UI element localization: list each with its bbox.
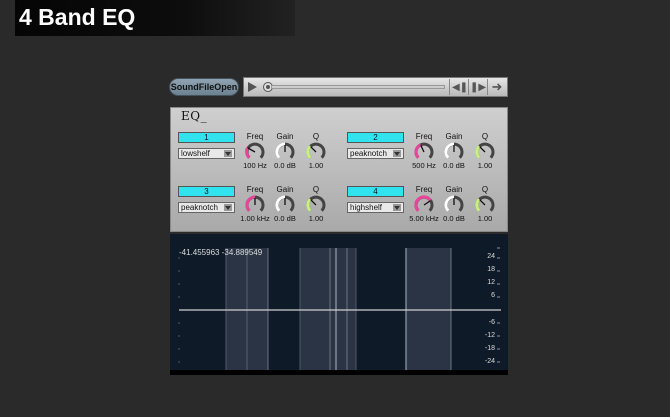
band-3-freq-label: Freq — [246, 185, 264, 194]
y-axis-label: -6 — [488, 319, 495, 326]
band-1-label: 1 — [178, 132, 235, 143]
band-1-gain-knob[interactable] — [274, 141, 296, 163]
band-1-type-value: lowshelf — [181, 149, 210, 158]
eq-panel: EQ_ 1 lowshelf Freq Gain Q 100 Hz 0.0 dB… — [170, 107, 508, 232]
band-3-gain-knob[interactable] — [274, 194, 296, 216]
transport-divider — [468, 79, 469, 95]
chevron-down-icon — [393, 150, 401, 157]
sound-file-open-button[interactable]: SoundFileOpen — [169, 78, 239, 96]
y-axis-label: 6 — [491, 292, 495, 299]
band-1-freq-label: Freq — [246, 132, 264, 141]
band-3-q-knob[interactable] — [305, 194, 327, 216]
app-title: 4 Band EQ — [19, 4, 136, 30]
skip-back-icon[interactable]: ◀❚ — [452, 80, 468, 94]
response-display[interactable]: -41.455963 -34.889549 24 18 12 6 -6 -12 … — [170, 234, 508, 375]
band-4-q-label: Q — [481, 185, 489, 194]
title-bar: 4 Band EQ — [15, 0, 295, 36]
band-1-q-value: 1.00 — [308, 161, 324, 170]
play-icon[interactable] — [248, 82, 257, 92]
chevron-down-icon — [224, 204, 232, 211]
band-2-q-knob[interactable] — [474, 141, 496, 163]
band-1-gain-label: Gain — [276, 132, 294, 141]
chevron-down-icon — [393, 204, 401, 211]
band-2-gain-label: Gain — [445, 132, 463, 141]
band-2-q-value: 1.00 — [477, 161, 493, 170]
band-3-gain-label: Gain — [276, 185, 294, 194]
band-2-label: 2 — [347, 132, 404, 143]
y-axis-label: -24 — [484, 358, 495, 365]
band-4-gain-label: Gain — [445, 185, 463, 194]
skip-forward-icon[interactable]: ❚▶ — [470, 80, 486, 94]
band-4-q-value: 1.00 — [477, 214, 493, 223]
band-4-freq-knob[interactable] — [413, 194, 435, 216]
y-axis-label: -18 — [484, 345, 495, 352]
band-3-type-value: peaknotch — [181, 203, 218, 212]
band-3-q-label: Q — [312, 185, 320, 194]
chevron-down-icon — [224, 150, 232, 157]
band-2-type-select[interactable]: peaknotch — [347, 148, 404, 159]
band-2-type-value: peaknotch — [350, 149, 387, 158]
band-1-type-select[interactable]: lowshelf — [178, 148, 235, 159]
y-axis-label: -12 — [484, 332, 495, 339]
transport-divider — [449, 79, 450, 95]
cursor-readout: -41.455963 -34.889549 — [179, 248, 263, 257]
band-4-type-select[interactable]: highshelf — [347, 202, 404, 213]
y-axis-label: 24 — [487, 253, 495, 260]
y-axis-label: 18 — [487, 266, 495, 273]
band-1-q-label: Q — [312, 132, 320, 141]
band-2-q-label: Q — [481, 132, 489, 141]
band-4-q-knob[interactable] — [474, 194, 496, 216]
band-1-freq-knob[interactable] — [244, 141, 266, 163]
eq-logo: EQ_ — [181, 109, 208, 123]
band-1-q-knob[interactable] — [305, 141, 327, 163]
right-tick-marks — [497, 247, 500, 363]
scrub-slider[interactable] — [271, 85, 445, 89]
band-3-type-select[interactable]: peaknotch — [178, 202, 235, 213]
transport-bar: ◀❚ ❚▶ ➜ — [243, 77, 508, 97]
band-2-freq-label: Freq — [415, 132, 433, 141]
band-4-gain-knob[interactable] — [443, 194, 465, 216]
display-bottom-bar — [170, 370, 508, 375]
band-3-freq-knob[interactable] — [244, 194, 266, 216]
transport-divider — [487, 79, 488, 95]
band-4-type-value: highshelf — [350, 203, 383, 212]
band-4-label: 4 — [347, 186, 404, 197]
band-2-gain-knob[interactable] — [443, 141, 465, 163]
loop-arrow-icon[interactable]: ➜ — [489, 79, 505, 94]
band-4-freq-label: Freq — [415, 185, 433, 194]
band-3-q-value: 1.00 — [308, 214, 324, 223]
band-2-freq-knob[interactable] — [413, 141, 435, 163]
y-axis-label: 12 — [487, 279, 495, 286]
band-3-label: 3 — [178, 186, 235, 197]
